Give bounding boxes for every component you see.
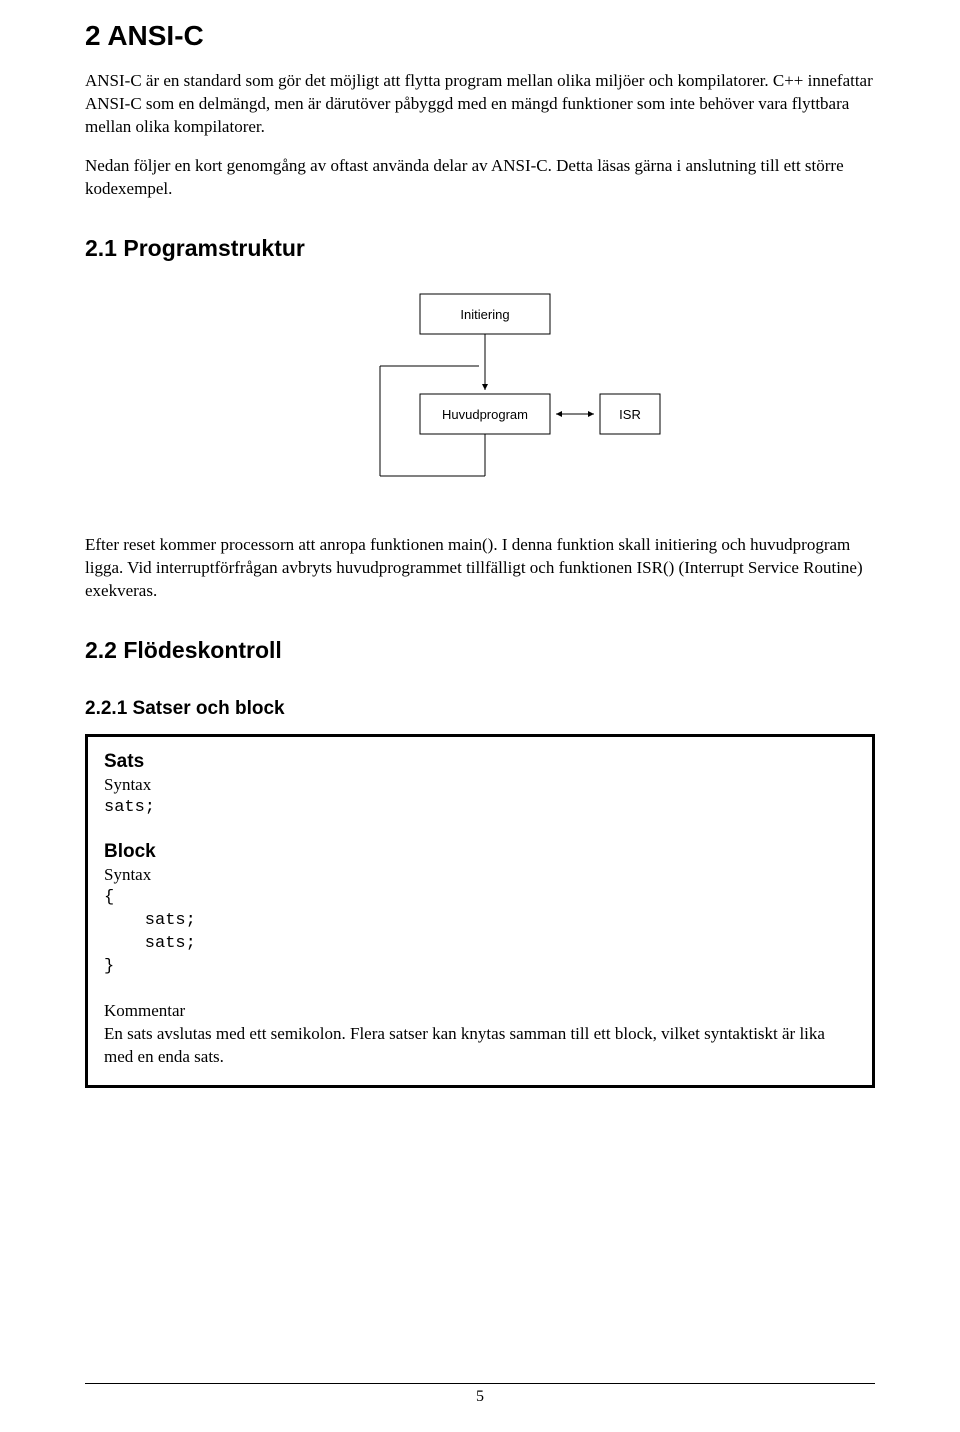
diagram-label-huvudprogram: Huvudprogram <box>442 407 528 422</box>
diagram-label-isr: ISR <box>619 407 641 422</box>
heading-2-programstruktur: 2.1 Programstruktur <box>85 235 875 262</box>
paragraph-intro-2: Nedan följer en kort genomgång av oftast… <box>85 155 875 201</box>
page-number: 5 <box>85 1383 875 1406</box>
syntax-label-1: Syntax <box>104 775 856 795</box>
heading-2-flodeskontroll: 2.2 Flödeskontroll <box>85 637 875 664</box>
paragraph-intro-1: ANSI-C är en standard som gör det möjlig… <box>85 70 875 139</box>
diagram-label-initiering: Initiering <box>460 307 509 322</box>
box-heading-block: Block <box>104 841 856 863</box>
code-block: { sats; sats; } <box>104 887 856 979</box>
diagram-programstruktur: Initiering Huvudprogram ISR <box>85 286 875 506</box>
kommentar-text: En sats avslutas med ett semikolon. Fler… <box>104 1023 856 1069</box>
paragraph-after-diagram: Efter reset kommer processorn att anropa… <box>85 534 875 603</box>
syntax-box: Sats Syntax sats; Block Syntax { sats; s… <box>85 734 875 1089</box>
page-footer: 5 <box>85 1383 875 1406</box>
syntax-label-2: Syntax <box>104 865 856 885</box>
code-sats: sats; <box>104 797 856 820</box>
heading-1: 2 ANSI-C <box>85 20 875 52</box>
kommentar-label: Kommentar <box>104 1001 856 1021</box>
heading-3-satser-block: 2.2.1 Satser och block <box>85 698 875 720</box>
flow-diagram-svg: Initiering Huvudprogram ISR <box>280 286 680 506</box>
box-heading-sats: Sats <box>104 751 856 773</box>
